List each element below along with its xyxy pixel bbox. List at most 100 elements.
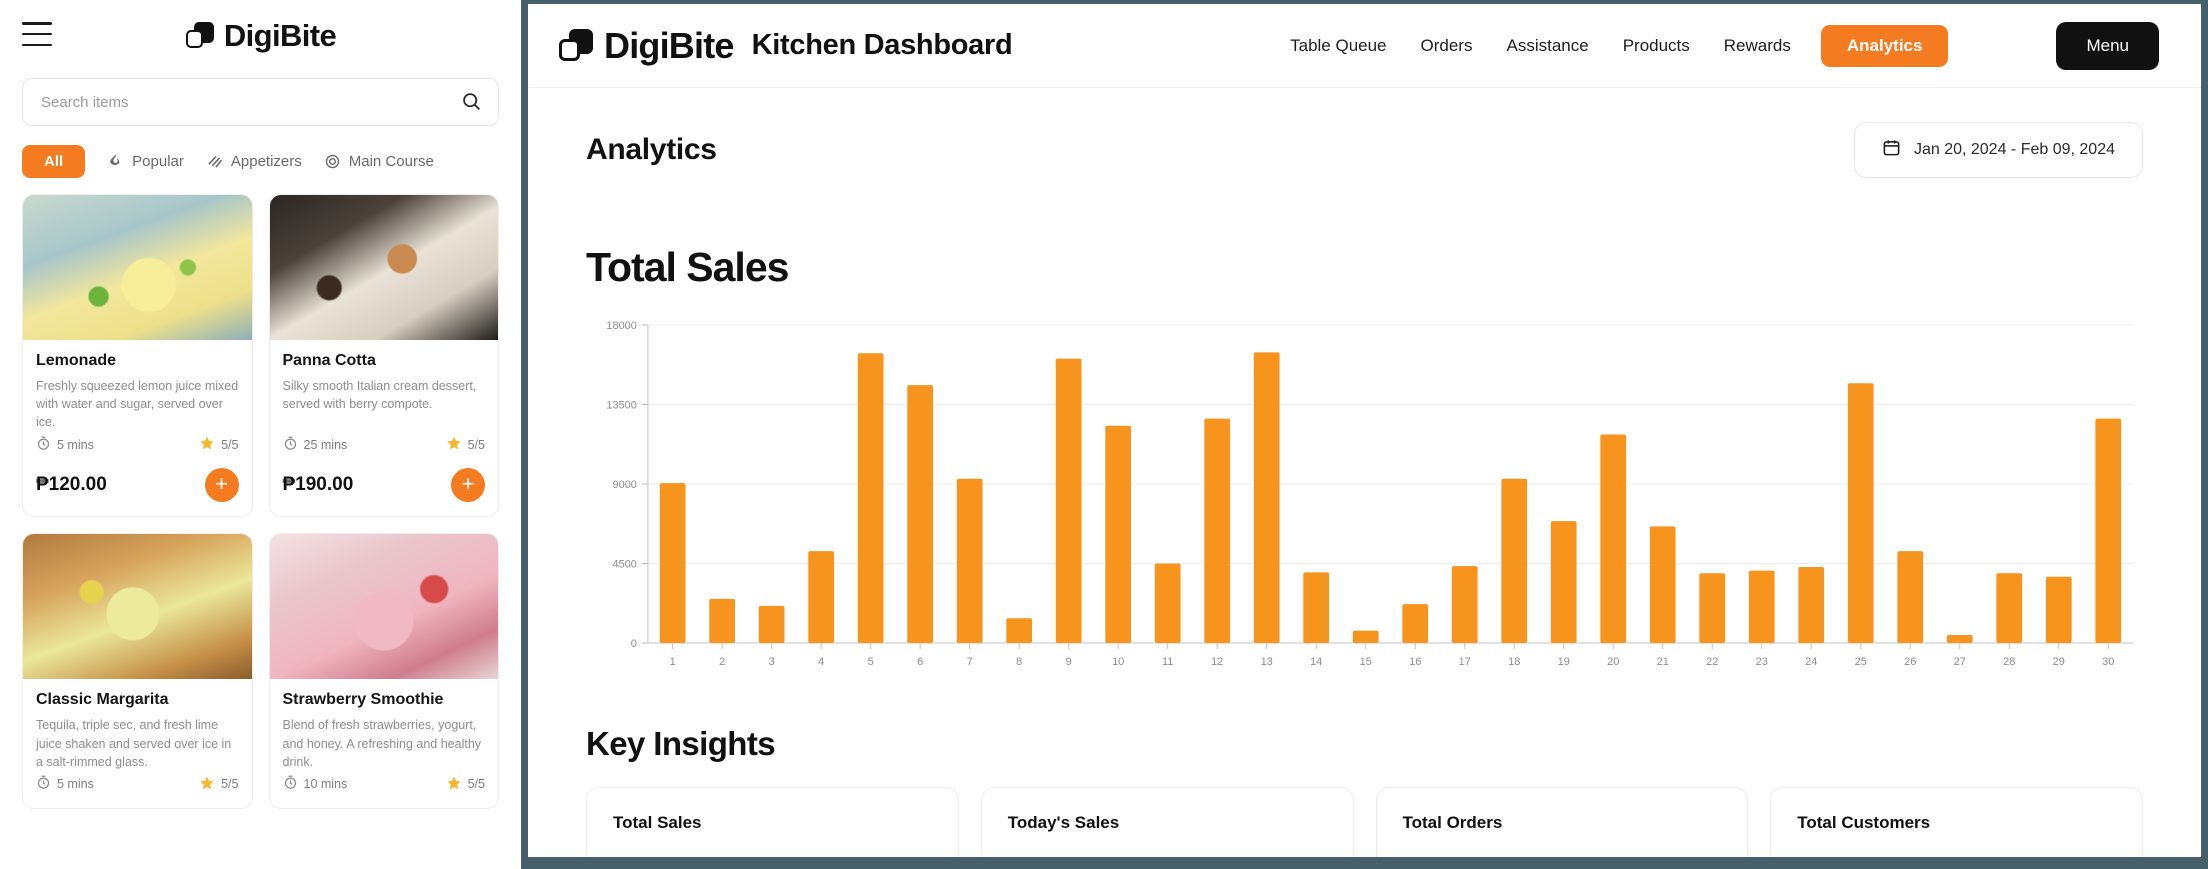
menu-item-card[interactable]: Classic Margarita Tequila, triple sec, a…	[22, 533, 253, 809]
nav-item-orders[interactable]: Orders	[1417, 30, 1477, 62]
bar-14[interactable]	[1303, 572, 1330, 643]
menu-item-prep-time: 5 mins	[57, 437, 94, 452]
menu-item-description: Silky smooth Italian cream dessert, serv…	[282, 379, 477, 412]
bar-19[interactable]	[1550, 521, 1577, 643]
menu-item-body: Lemonade Freshly squeezed lemon juice mi…	[23, 340, 252, 516]
hamburger-menu-icon[interactable]	[22, 22, 52, 46]
menu-items-grid: Lemonade Freshly squeezed lemon juice mi…	[0, 178, 521, 809]
insight-card-label: Total Sales	[613, 813, 702, 832]
menu-item-prep-time: 25 mins	[303, 437, 348, 452]
bar-4[interactable]	[808, 551, 835, 643]
customer-menu-panel: DigiBite All Popular	[0, 0, 521, 869]
bar-25[interactable]	[1847, 383, 1874, 643]
insight-card-total-sales[interactable]: Total Sales	[586, 787, 959, 857]
bar-20[interactable]	[1600, 434, 1627, 643]
bar-13[interactable]	[1253, 352, 1280, 643]
nav-item-products[interactable]: Products	[1619, 30, 1694, 62]
svg-text:8: 8	[1016, 656, 1022, 668]
menu-item-card[interactable]: Panna Cotta Silky smooth Italian cream d…	[268, 194, 499, 518]
category-chip-all[interactable]: All	[22, 145, 86, 178]
nav-item-analytics[interactable]: Analytics	[1820, 24, 1949, 67]
clock-icon	[283, 775, 298, 793]
bar-28[interactable]	[1996, 573, 2023, 643]
bar-6[interactable]	[907, 385, 934, 643]
dashboard-window: DigiBite Kitchen Dashboard Table Queue O…	[528, 4, 2201, 857]
bar-18[interactable]	[1501, 478, 1528, 643]
bar-22[interactable]	[1699, 573, 1726, 643]
date-range-picker[interactable]: Jan 20, 2024 - Feb 09, 2024	[1853, 122, 2143, 178]
bar-8[interactable]	[1006, 618, 1033, 643]
insight-card-todays-sales[interactable]: Today's Sales	[980, 787, 1354, 857]
bar-16[interactable]	[1402, 604, 1429, 643]
add-to-cart-button[interactable]: +	[451, 468, 485, 502]
menu-item-meta: 5 mins 5/5	[36, 435, 239, 454]
menu-item-description: Freshly squeezed lemon juice mixed with …	[36, 379, 239, 430]
menu-button[interactable]: Menu	[2056, 21, 2159, 70]
bar-2[interactable]	[709, 598, 736, 643]
dashboard-brand[interactable]: DigiBite	[558, 25, 734, 67]
svg-text:28: 28	[2003, 656, 2015, 668]
search-input[interactable]	[22, 78, 499, 126]
insight-card-label: Today's Sales	[1007, 813, 1120, 832]
menu-item-price: ₱120.00	[36, 474, 107, 496]
menu-item-image	[23, 195, 252, 340]
bar-30[interactable]	[2095, 418, 2122, 643]
svg-text:18000: 18000	[606, 320, 636, 332]
bar-26[interactable]	[1897, 551, 1924, 643]
bar-7[interactable]	[956, 478, 983, 643]
svg-text:9000: 9000	[613, 479, 637, 491]
svg-text:23: 23	[1756, 656, 1768, 668]
category-chip-label: Main Course	[348, 153, 434, 170]
nav-item-table-queue[interactable]: Table Queue	[1286, 30, 1390, 62]
insight-card-total-customers[interactable]: Total Customers	[1770, 787, 2143, 857]
svg-text:25: 25	[1855, 656, 1867, 668]
bar-3[interactable]	[758, 605, 785, 643]
bar-27[interactable]	[1946, 635, 1973, 643]
add-to-cart-button[interactable]: +	[204, 468, 239, 503]
bar-12[interactable]	[1204, 418, 1231, 643]
bar-1[interactable]	[659, 483, 686, 643]
svg-text:20: 20	[1607, 656, 1619, 668]
menu-item-name: Panna Cotta	[282, 352, 376, 369]
category-chip-main-course[interactable]: Main Course	[324, 153, 434, 171]
bar-9[interactable]	[1055, 358, 1082, 643]
menu-item-meta: 10 mins 5/5	[283, 775, 485, 794]
bar-23[interactable]	[1748, 570, 1775, 643]
svg-text:0: 0	[631, 638, 637, 650]
menu-item-rating: 5/5	[467, 777, 485, 792]
dashboard-frame: DigiBite Kitchen Dashboard Table Queue O…	[521, 0, 2208, 869]
bar-15[interactable]	[1352, 630, 1379, 643]
svg-text:29: 29	[2053, 656, 2065, 668]
menu-item-card[interactable]: Lemonade Freshly squeezed lemon juice mi…	[22, 194, 253, 518]
plate-icon	[324, 153, 342, 171]
svg-text:27: 27	[1954, 656, 1966, 668]
digibite-logo-icon	[558, 28, 594, 64]
svg-text:14: 14	[1310, 656, 1322, 668]
clock-icon	[36, 436, 51, 454]
bar-5[interactable]	[857, 353, 884, 643]
svg-text:24: 24	[1805, 656, 1817, 668]
key-insights-cards: Total Sales Today's Sales Total Orders T…	[586, 787, 2143, 857]
bar-11[interactable]	[1154, 563, 1181, 644]
bar-29[interactable]	[2045, 576, 2072, 643]
noodles-icon	[206, 153, 224, 171]
svg-text:4500: 4500	[613, 558, 637, 570]
svg-text:9: 9	[1066, 656, 1072, 668]
bar-17[interactable]	[1451, 566, 1478, 643]
svg-text:1: 1	[670, 656, 676, 668]
nav-item-rewards[interactable]: Rewards	[1720, 30, 1795, 62]
nav-item-assistance[interactable]: Assistance	[1502, 30, 1592, 62]
menu-item-card[interactable]: Strawberry Smoothie Blend of fresh straw…	[268, 533, 499, 809]
category-chip-label: Popular	[132, 153, 184, 170]
category-chip-popular[interactable]: Popular	[107, 153, 184, 171]
category-chip-appetizers[interactable]: Appetizers	[206, 153, 302, 171]
calendar-icon	[1882, 138, 1901, 162]
svg-text:18: 18	[1508, 656, 1520, 668]
bar-24[interactable]	[1798, 567, 1825, 643]
bar-21[interactable]	[1649, 526, 1676, 643]
bar-10[interactable]	[1105, 425, 1132, 643]
svg-text:3: 3	[769, 656, 775, 668]
insight-card-total-orders[interactable]: Total Orders	[1375, 787, 1749, 857]
menu-app-brand: DigiBite	[185, 18, 337, 54]
menu-item-image	[23, 534, 252, 680]
